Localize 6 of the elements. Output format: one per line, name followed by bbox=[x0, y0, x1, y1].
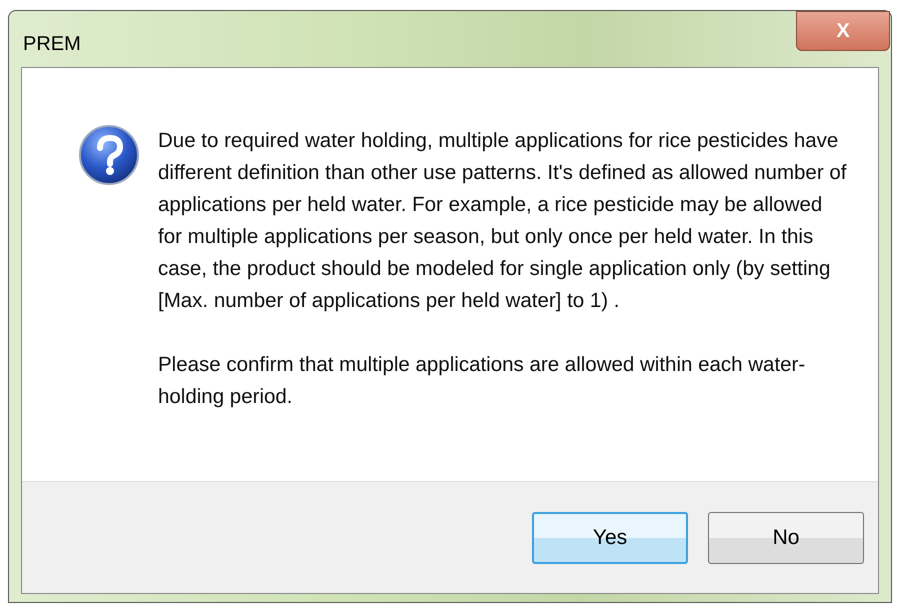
message-text: Please confirm that multiple applications are allowed within each water-holding period. bbox=[158, 352, 806, 410]
message-text: Due to required water holding, multiple applications for rice pesticides have different definition than other use patterns. It's defined as allowed number of applications per held water. For example, a rice pesticide may be allowed for multiple applications per season, but only once per held water. In this case, the product should be modeled for single application only (by setting [Max. number of applications per held water] to 1) . bbox=[158, 128, 848, 314]
window-title: PREM bbox=[23, 32, 81, 57]
dialog-button[interactable]: No bbox=[708, 512, 864, 564]
dialog-button[interactable]: Yes bbox=[532, 512, 688, 564]
question-icon bbox=[78, 124, 140, 186]
